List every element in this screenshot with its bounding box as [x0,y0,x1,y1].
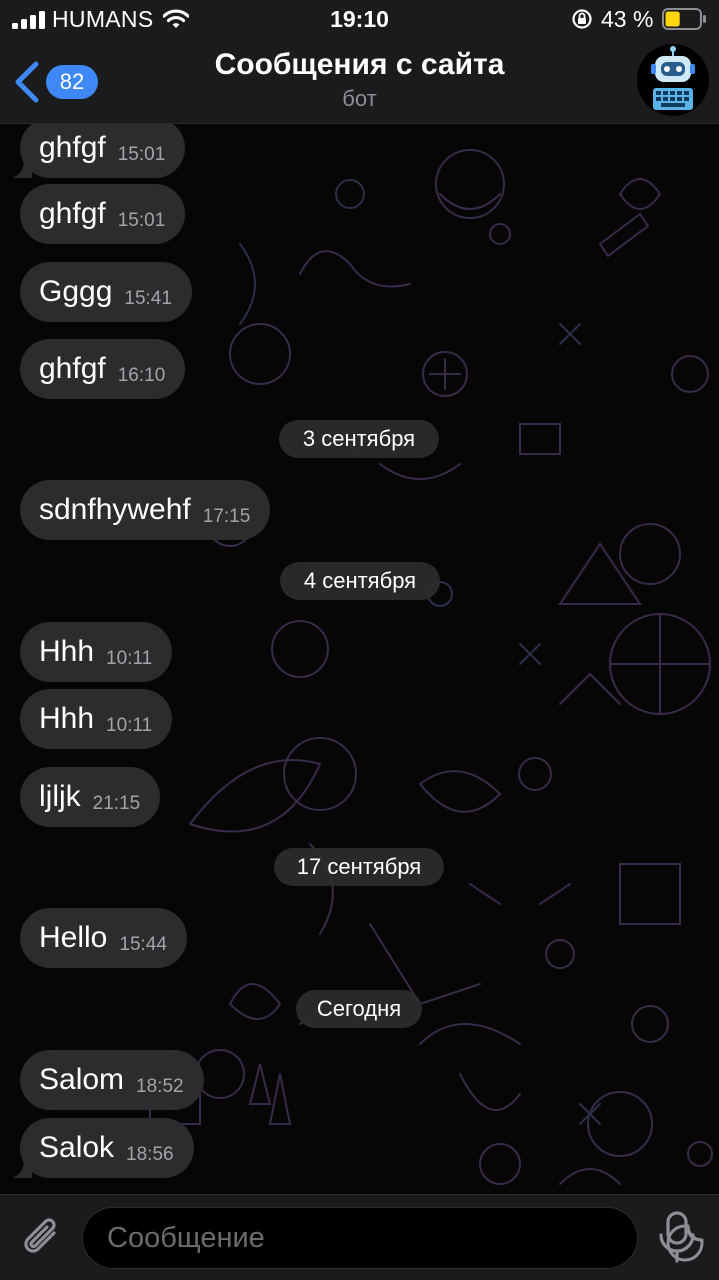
message-time: 15:41 [124,288,172,309]
message-field[interactable] [82,1207,704,1269]
message-bubble[interactable]: Salok 18:56 [12,1118,194,1178]
message-time: 10:11 [106,648,153,669]
message-bubble[interactable]: sdnfhywehf 17:15 [20,480,271,540]
status-bar: HUMANS 19:10 43 % [0,0,719,40]
message-text: Gggg [39,275,113,308]
message-bubble[interactable]: ljljk 21:15 [20,767,161,827]
chat-header: 82 Сообщения с сайта бот [0,40,719,124]
message-bubble[interactable]: Hhh 10:11 [20,689,173,749]
date-separator: 17 сентября [274,848,444,886]
message-text: Hhh [39,635,95,668]
paperclip-icon[interactable] [18,1213,66,1261]
message-text: sdnfhywehf [39,493,191,526]
message-text: ljljk [39,780,81,813]
battery-icon [662,8,706,30]
message-bubble[interactable]: Hello 15:44 [20,908,187,968]
message-text: Salok [39,1131,115,1164]
message-text: ghfgf [39,352,106,385]
message-time: 15:44 [119,934,167,955]
message-time: 18:56 [126,1144,174,1165]
message-text: Hhh [39,702,95,735]
telegram-chat-screen: HUMANS 19:10 43 % 82 Сообщения с сайта б… [0,0,719,1280]
message-time: 15:01 [117,210,166,231]
robot-icon [651,46,695,110]
message-composer [0,1194,719,1280]
message-bubble[interactable]: ghfgf 15:01 [12,124,186,178]
message-list[interactable]: ghfgf 15:01 ghfgf 15:01 Gggg 15:41 ghfgf… [0,124,719,1194]
bot-avatar[interactable] [637,44,709,116]
message-bubble[interactable]: ghfgf 16:10 [20,339,186,399]
chat-title[interactable]: Сообщения с сайта [0,48,719,82]
date-separator: 3 сентября [279,420,439,458]
orientation-lock-icon [572,9,592,29]
message-text: ghfgf [39,197,106,230]
chat-subtitle: бот [342,86,377,111]
message-text: ghfgf [39,131,106,164]
message-bubble[interactable]: Gggg 15:41 [20,262,192,322]
message-bubble[interactable]: Hhh 10:11 [20,622,173,682]
message-time: 15:01 [117,144,166,165]
message-time: 17:15 [202,506,251,527]
message-text: Salom [39,1063,125,1096]
message-input[interactable] [107,1208,567,1268]
microphone-icon[interactable] [656,1209,698,1265]
message-text: Hello [39,921,108,954]
message-bubble[interactable]: Salom 18:52 [20,1050,204,1110]
battery-percent: 43 % [601,6,654,32]
message-time: 21:15 [92,793,141,814]
message-time: 10:11 [106,715,153,736]
message-bubble[interactable]: ghfgf 15:01 [20,184,186,244]
date-separator: Сегодня [296,990,422,1028]
message-time: 16:10 [117,365,166,386]
message-time: 18:52 [136,1076,184,1097]
date-separator: 4 сентября [280,562,440,600]
